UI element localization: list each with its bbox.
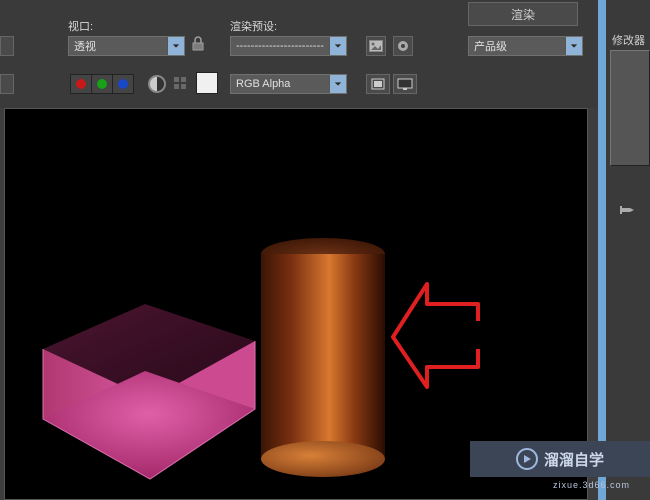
watermark-url: zixue.3d66.com <box>553 480 630 490</box>
watermark: 溜溜自学 <box>470 441 650 477</box>
green-swatch[interactable] <box>92 75 113 93</box>
preset-dropdown[interactable]: ------------------------ <box>230 36 347 56</box>
preset-dropdown-value: ------------------------ <box>236 40 324 52</box>
chevron-down-icon <box>565 37 582 55</box>
blue-swatch[interactable] <box>113 75 133 93</box>
red-swatch[interactable] <box>71 75 92 93</box>
chevron-down-icon <box>329 37 346 55</box>
color-swatch-row <box>70 74 134 94</box>
modifier-list[interactable] <box>610 50 650 166</box>
output-dropdown-value: 产品级 <box>474 38 507 54</box>
channel-dropdown-value: RGB Alpha <box>236 78 290 90</box>
channel-dropdown[interactable]: RGB Alpha <box>230 74 347 94</box>
viewport-label: 视口: <box>68 18 93 34</box>
chevron-down-icon <box>329 75 346 93</box>
chevron-down-icon <box>167 37 184 55</box>
render-button-label: 渲染 <box>511 6 535 23</box>
picture-icon[interactable] <box>366 36 386 56</box>
contrast-icon[interactable] <box>148 75 166 93</box>
viewport-dropdown[interactable]: 透视 <box>68 36 185 56</box>
main-color-swatch[interactable] <box>196 72 218 94</box>
monitor-icon[interactable] <box>393 74 417 94</box>
panel-divider[interactable] <box>598 0 606 500</box>
viewport-dropdown-value: 透视 <box>74 38 96 54</box>
cylinder-bottom <box>261 441 385 477</box>
red-arrow-annotation <box>393 284 478 387</box>
gear-icon[interactable] <box>393 36 413 56</box>
render-button[interactable]: 渲染 <box>468 2 578 26</box>
pin-icon[interactable] <box>620 202 636 218</box>
output-dropdown[interactable]: 产品级 <box>468 36 583 56</box>
left-edge-btn-2[interactable] <box>0 74 14 94</box>
modifier-label: 修改器 <box>612 32 645 48</box>
preset-label: 渲染预设: <box>230 18 277 34</box>
left-edge-btn-1[interactable] <box>0 36 14 56</box>
window-icon[interactable] <box>366 74 390 94</box>
watermark-brand: 溜溜自学 <box>544 449 604 470</box>
grid-icon[interactable] <box>174 77 186 89</box>
lock-icon[interactable] <box>190 36 206 52</box>
cylinder-side <box>261 254 385 459</box>
play-icon <box>516 448 538 470</box>
